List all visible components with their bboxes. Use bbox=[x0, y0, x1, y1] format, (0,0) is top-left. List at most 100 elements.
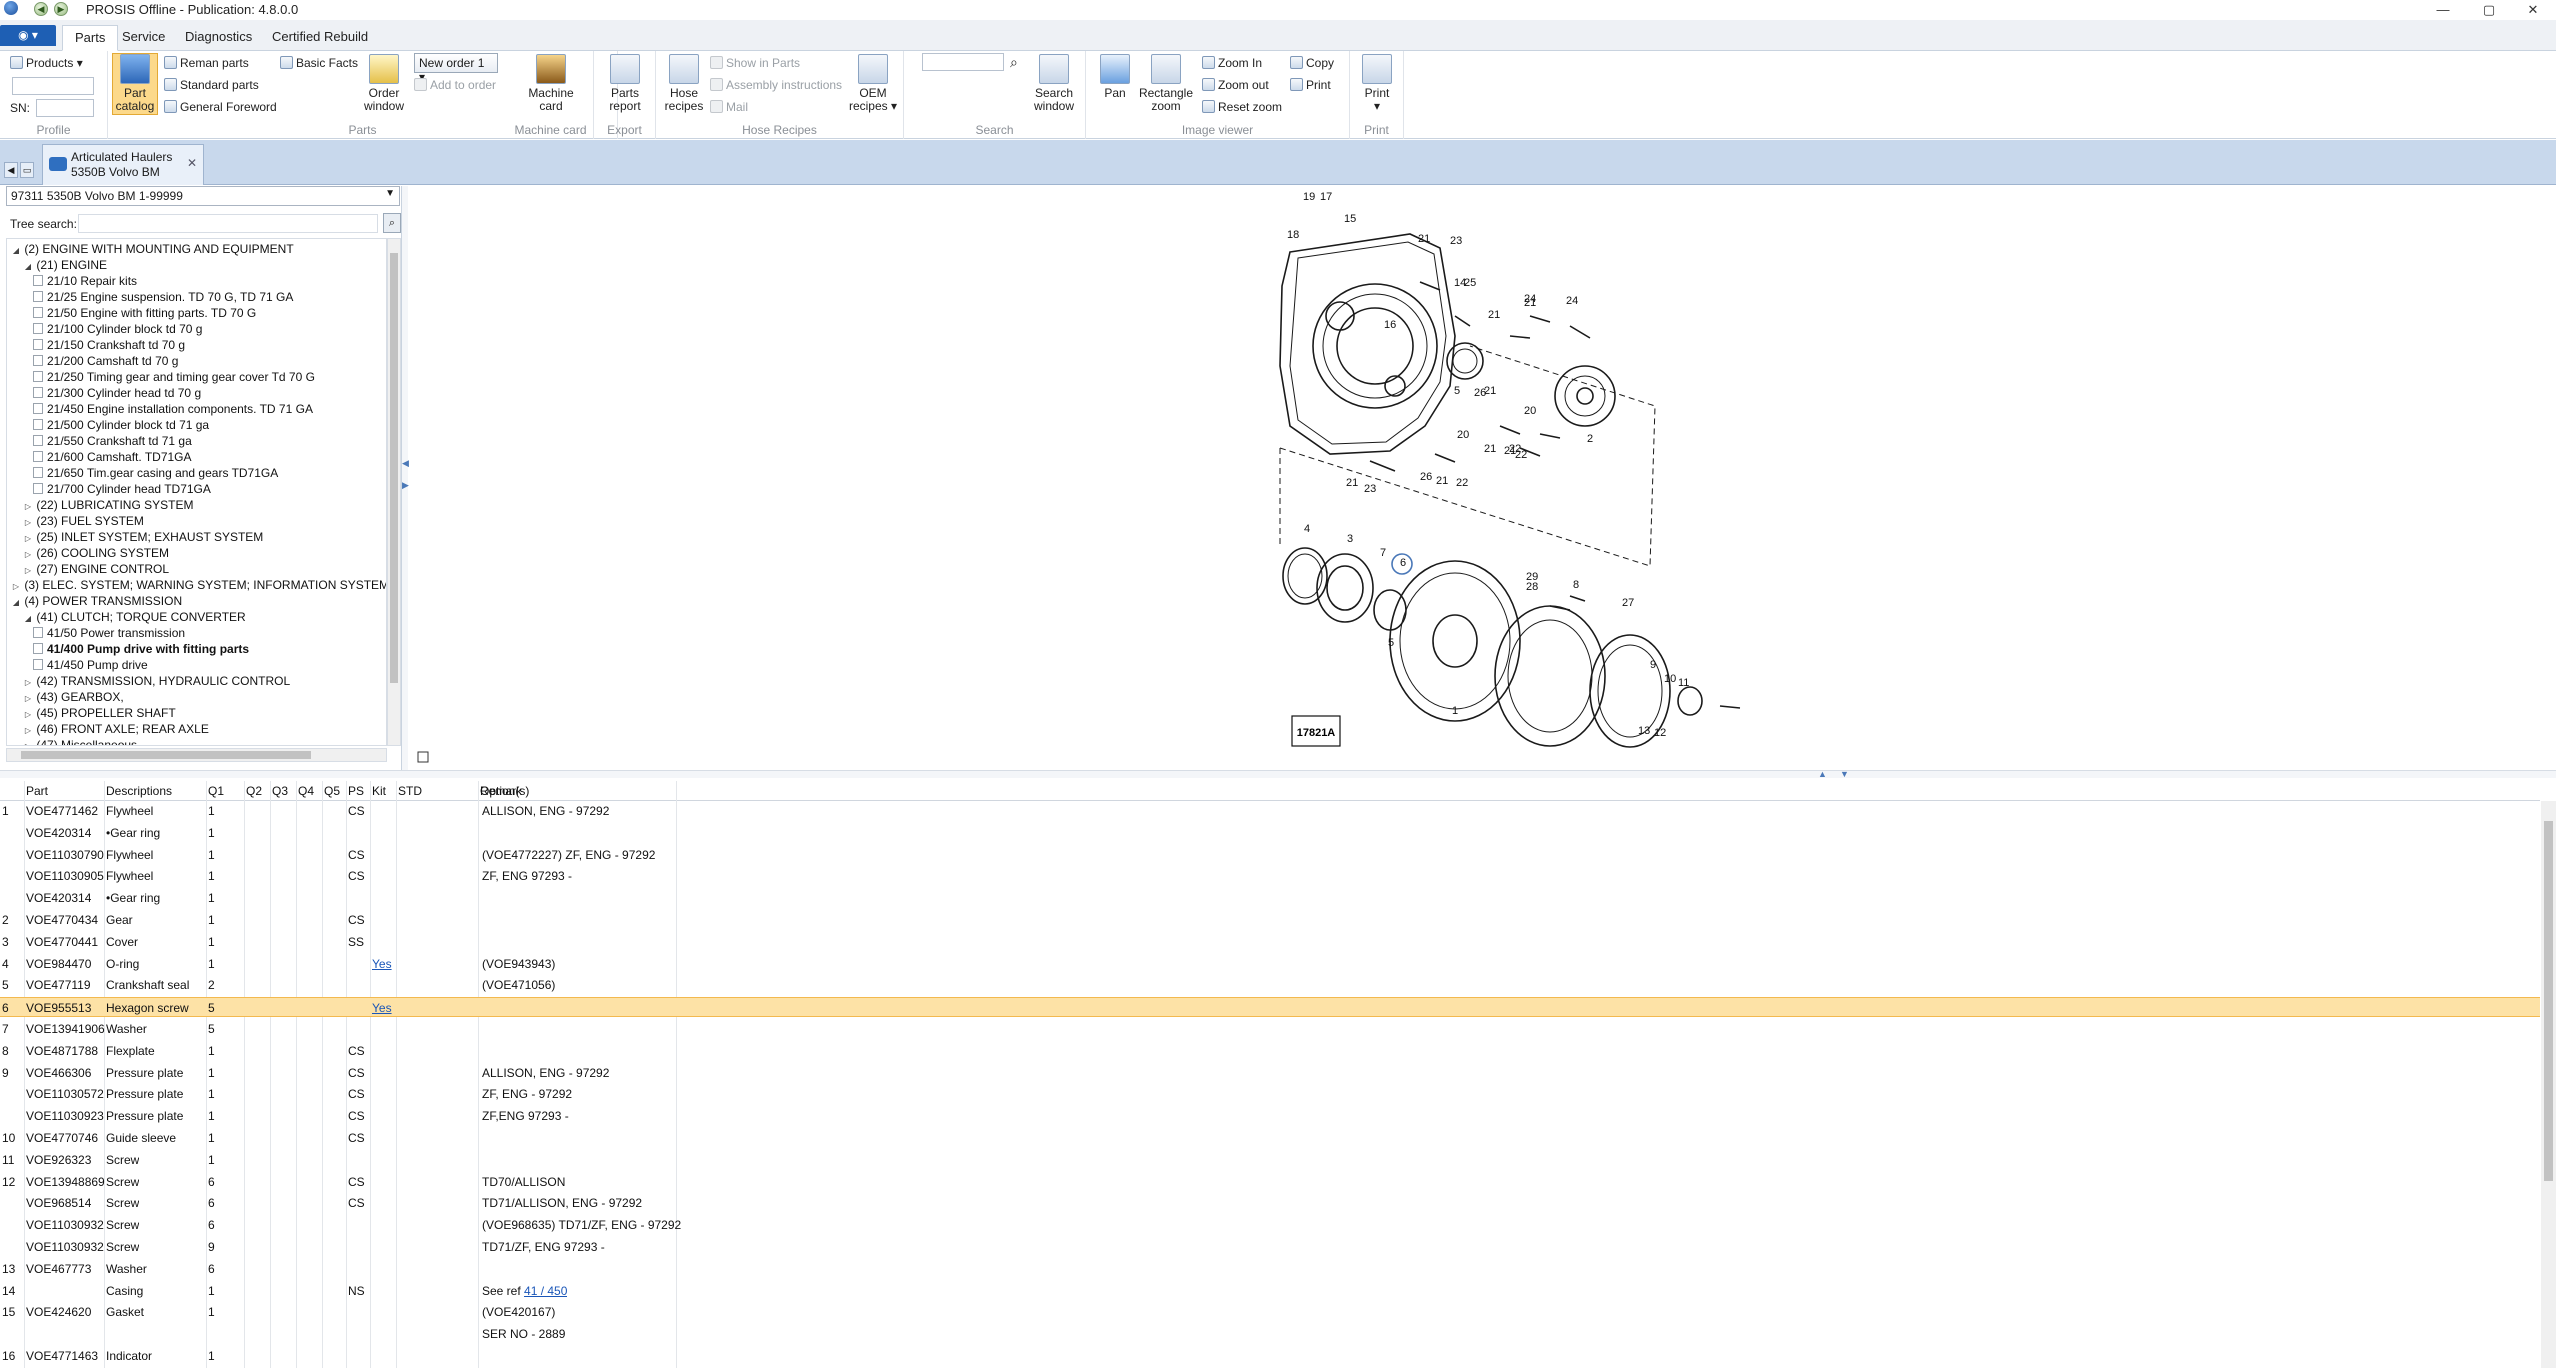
tree-branch-item[interactable]: ▷ (43) GEARBOX, bbox=[23, 689, 124, 705]
tree-leaf-item[interactable]: 41/400 Pump drive with fitting parts bbox=[33, 641, 249, 657]
cell-kit[interactable]: Yes bbox=[372, 998, 392, 1018]
table-row[interactable]: 11 VOE926323 Screw 1 bbox=[0, 1150, 2540, 1170]
table-row[interactable]: 7 VOE13941906 Washer 5 bbox=[0, 1019, 2540, 1039]
drawing-callout[interactable]: 7 bbox=[1380, 547, 1386, 559]
drawing-callout[interactable]: 15 bbox=[1344, 213, 1356, 225]
close-tab-icon[interactable]: ✕ bbox=[187, 156, 197, 170]
drawing-callout[interactable]: 24 bbox=[1566, 295, 1578, 307]
zoom-in-button[interactable]: Zoom In bbox=[1202, 55, 1262, 71]
drawing-callout[interactable]: 3 bbox=[1347, 533, 1353, 545]
tree-branch-item[interactable]: ▷ (42) TRANSMISSION, HYDRAULIC CONTROL bbox=[23, 673, 290, 689]
table-row[interactable]: 15 VOE424620 Gasket 1 (VOE420167) bbox=[0, 1302, 2540, 1322]
tree-branch-item[interactable]: ▷ (27) ENGINE CONTROL bbox=[23, 561, 169, 577]
drawing-callout[interactable]: 21 bbox=[1418, 233, 1430, 245]
tree-branch-item[interactable]: ▷ (25) INLET SYSTEM; EXHAUST SYSTEM bbox=[23, 529, 263, 545]
table-row[interactable]: VOE11030572 Pressure plate 1 CS ZF, ENG - 97… bbox=[0, 1084, 2540, 1104]
table-row[interactable]: VOE420314 •Gear ring 1 bbox=[0, 888, 2540, 908]
model-select[interactable]: 97311 5350B Volvo BM 1-99999 ▼ bbox=[6, 186, 400, 206]
scroll-thumb[interactable] bbox=[2544, 821, 2553, 1181]
drawing-callout[interactable]: 11 bbox=[1678, 677, 1689, 689]
scroll-thumb[interactable] bbox=[390, 253, 398, 683]
table-row[interactable]: 2 VOE4770434 Gear 1 CS bbox=[0, 910, 2540, 930]
drawing-callout[interactable]: 21 bbox=[1436, 475, 1448, 487]
rectangle-zoom-button[interactable]: Rectangle zoom bbox=[1138, 54, 1194, 113]
drawing-callout[interactable]: 19 bbox=[1303, 191, 1315, 203]
column-header[interactable]: Descriptions bbox=[106, 783, 172, 799]
table-row[interactable]: VOE11030932 Screw 9 TD71/ZF, ENG 97293 - bbox=[0, 1237, 2540, 1257]
drawing-callout[interactable]: 8 bbox=[1573, 579, 1579, 591]
machine-card-button[interactable]: Machine card bbox=[518, 54, 584, 113]
column-header[interactable]: Part bbox=[26, 783, 48, 799]
close-window-button[interactable]: ✕ bbox=[2510, 0, 2556, 20]
tree-branch-item[interactable]: ◢ (4) POWER TRANSMISSION bbox=[11, 593, 182, 609]
column-header[interactable]: STD bbox=[398, 783, 422, 799]
minimize-button[interactable]: — bbox=[2420, 0, 2466, 20]
table-row[interactable]: 6 VOE955513 Hexagon screw 5 Yes bbox=[0, 997, 2540, 1018]
scroll-thumb[interactable] bbox=[21, 751, 311, 759]
tab-list-button[interactable]: ▭ bbox=[20, 162, 34, 178]
table-row[interactable]: 3 VOE4770441 Cover 1 SS bbox=[0, 932, 2540, 952]
tree-leaf-item[interactable]: 21/250 Timing gear and timing gear cover… bbox=[33, 369, 315, 385]
reset-zoom-button[interactable]: Reset zoom bbox=[1202, 99, 1282, 115]
collapse-icon[interactable]: ◢ bbox=[11, 595, 21, 611]
table-row[interactable]: 13 VOE467773 Washer 6 bbox=[0, 1259, 2540, 1279]
table-row[interactable]: 8 VOE4871788 Flexplate 1 CS bbox=[0, 1041, 2540, 1061]
drawing-callout[interactable]: 25 bbox=[1464, 277, 1476, 289]
tree-leaf-item[interactable]: 21/50 Engine with fitting parts. TD 70 G bbox=[33, 305, 256, 321]
products-dropdown[interactable]: Products ▾ bbox=[10, 55, 83, 71]
add-to-order-button[interactable]: Add to order bbox=[414, 77, 496, 93]
table-row[interactable]: 10 VOE4770746 Guide sleeve 1 CS bbox=[0, 1128, 2540, 1148]
tree-leaf-item[interactable]: 21/500 Cylinder block td 71 ga bbox=[33, 417, 209, 433]
tab-diagnostics[interactable]: Diagnostics bbox=[173, 25, 264, 51]
sn-input[interactable] bbox=[36, 99, 94, 117]
drawing-callout[interactable]: 5 bbox=[1454, 385, 1460, 397]
collapse-up-icon[interactable]: ▲ bbox=[1818, 769, 1827, 779]
collapse-icon[interactable]: ◢ bbox=[23, 611, 33, 627]
parts-report-button[interactable]: Parts report bbox=[600, 54, 650, 113]
tree-leaf-item[interactable]: 21/450 Engine installation components. T… bbox=[33, 401, 313, 417]
expand-down-icon[interactable]: ▼ bbox=[1840, 769, 1849, 779]
table-row[interactable]: 4 VOE984470 O-ring 1 Yes (VOE943943) bbox=[0, 954, 2540, 974]
drawing-callout[interactable]: 21 bbox=[1346, 477, 1358, 489]
tree-branch-item[interactable]: ▷ (47) Miscellaneous bbox=[23, 737, 137, 745]
table-row[interactable]: 16 VOE4771463 Indicator 1 bbox=[0, 1346, 2540, 1366]
drawing-callout[interactable]: 1 bbox=[1452, 705, 1458, 717]
tree-branch-item[interactable]: ◢ (21) ENGINE bbox=[23, 257, 107, 273]
tree-branch-item[interactable]: ▷ (22) LUBRICATING SYSTEM bbox=[23, 497, 194, 513]
tab-scroll-left-button[interactable]: ◀ bbox=[4, 162, 18, 178]
application-menu-button[interactable]: ◉ ▾ bbox=[0, 25, 56, 46]
drawing-callout[interactable]: 20 bbox=[1457, 429, 1469, 441]
drawing-callout[interactable]: 22 bbox=[1515, 449, 1527, 461]
drawing-callout[interactable]: 21 bbox=[1484, 385, 1496, 397]
tree-leaf-item[interactable]: 21/600 Camshaft. TD71GA bbox=[33, 449, 192, 465]
drawing-callout[interactable]: 26 bbox=[1420, 471, 1432, 483]
drawing-callout[interactable]: 5 bbox=[1388, 637, 1394, 649]
drawing-callout[interactable]: 10 bbox=[1664, 673, 1676, 685]
tree-branch-item[interactable]: ▷ (45) PROPELLER SHAFT bbox=[23, 705, 176, 721]
search-window-button[interactable]: Search window bbox=[1028, 54, 1080, 113]
standard-parts-button[interactable]: Standard parts bbox=[164, 77, 259, 93]
tree-horizontal-scrollbar[interactable] bbox=[6, 748, 387, 762]
table-row[interactable]: VOE420314 •Gear ring 1 bbox=[0, 823, 2540, 843]
table-row[interactable]: 1 VOE4771462 Flywheel 1 CS ALLISON, ENG - 972… bbox=[0, 801, 2540, 821]
tree-leaf-item[interactable]: 21/25 Engine suspension. TD 70 G, TD 71 … bbox=[33, 289, 293, 305]
drawing-callout[interactable]: 18 bbox=[1287, 229, 1299, 241]
tab-certified-rebuild[interactable]: Certified Rebuild bbox=[260, 25, 380, 51]
drawing-callout[interactable]: 21 bbox=[1524, 297, 1536, 309]
tree-leaf-item[interactable]: 41/450 Pump drive bbox=[33, 657, 148, 673]
order-window-button[interactable]: Order window bbox=[362, 54, 406, 113]
back-icon[interactable]: ◀ bbox=[34, 2, 48, 16]
drawing-callout[interactable]: 17 bbox=[1320, 191, 1332, 203]
tree-branch-item[interactable]: ▷ (26) COOLING SYSTEM bbox=[23, 545, 169, 561]
table-row[interactable]: VOE11030923 Pressure plate 1 CS ZF,ENG 97293… bbox=[0, 1106, 2540, 1126]
tree-branch-item[interactable]: ▷ (46) FRONT AXLE; REAR AXLE bbox=[23, 721, 209, 737]
table-row[interactable]: VOE11030932 Screw 6 (VOE968635) TD71/ZF, EN… bbox=[0, 1215, 2540, 1235]
table-row[interactable]: VOE11030905 Flywheel 1 CS ZF, ENG 97293 - bbox=[0, 866, 2540, 886]
column-header[interactable]: Q2 bbox=[246, 783, 262, 799]
drawing-callout[interactable]: 28 bbox=[1526, 581, 1538, 593]
drawing-callout[interactable]: 16 bbox=[1384, 319, 1396, 331]
drawing-callout[interactable]: 2 bbox=[1587, 433, 1593, 445]
cell-kit[interactable]: Yes bbox=[372, 954, 392, 974]
drawing-toggle-checkbox[interactable] bbox=[417, 751, 429, 763]
drawing-callout[interactable]: 13 bbox=[1638, 725, 1650, 737]
